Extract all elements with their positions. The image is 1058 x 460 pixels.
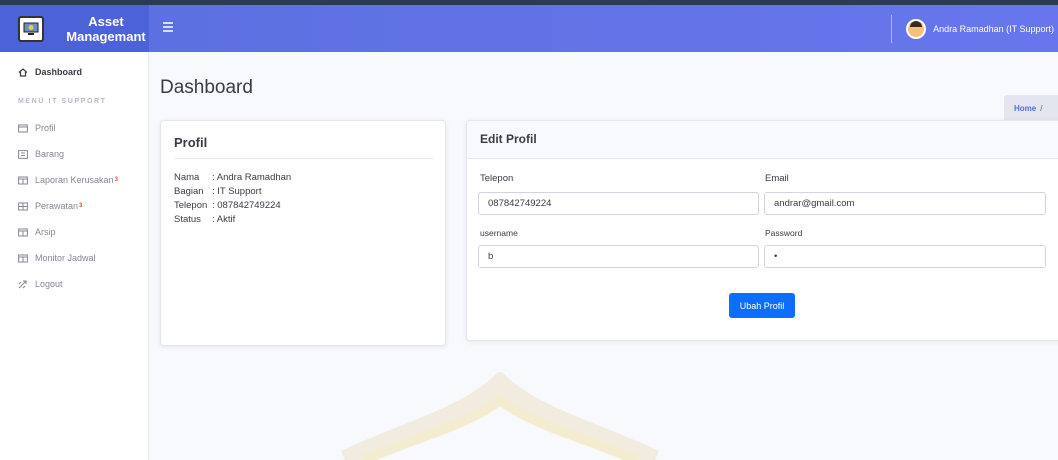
sidebar-item-label: Logout <box>35 279 63 289</box>
user-menu[interactable]: Andra Ramadhan (IT Support) <box>891 5 1058 52</box>
sidebar-item-monitor-jadwal[interactable]: Monitor Jadwal <box>18 253 96 263</box>
telepon-label: Telepon <box>480 173 514 184</box>
background-watermark <box>340 372 660 460</box>
sidebar-item-logout[interactable]: Logout <box>18 279 63 289</box>
brand-logo-icon <box>18 15 44 42</box>
table-icon <box>18 176 28 184</box>
profil-row-telepon: Telepon : 087842749224 <box>174 200 281 211</box>
brand-name: Asset Managemant <box>66 14 146 44</box>
box-icon <box>18 149 28 159</box>
profil-key: Nama <box>174 172 200 183</box>
sidebar: Dashboard MENU IT SUPPORT Profil Barang … <box>0 52 149 460</box>
telepon-field[interactable] <box>478 192 759 215</box>
user-name[interactable]: Andra Ramadhan (IT Support) <box>933 24 1054 34</box>
profil-key: Telepon <box>174 200 208 211</box>
profil-key: Status <box>174 214 201 225</box>
profil-value: : Andra Ramadhan <box>212 172 292 183</box>
edit-profil-title: Edit Profil <box>480 132 537 146</box>
breadcrumb-separator: / <box>1040 104 1043 113</box>
sidebar-item-arsip[interactable]: Arsip <box>18 227 56 237</box>
profil-card-title: Profil <box>174 135 208 150</box>
brand-line-1: Asset <box>88 13 124 29</box>
sidebar-item-profil[interactable]: Profil <box>18 123 56 133</box>
sidebar-item-label: Monitor Jadwal <box>35 253 96 263</box>
home-icon <box>18 67 28 77</box>
edit-profil-header: Edit Profil <box>467 121 1058 159</box>
sidebar-item-perawatan[interactable]: Perawatan 3 <box>18 201 82 211</box>
divider <box>174 158 434 159</box>
sidebar-item-label: Perawatan <box>35 201 79 211</box>
username-label: username <box>480 228 518 238</box>
ubah-profil-button[interactable]: Ubah Profil <box>729 293 795 318</box>
profil-row-status: Status : Aktif <box>174 214 235 225</box>
username-field[interactable] <box>478 245 759 268</box>
profil-value: : Aktif <box>212 214 236 225</box>
brand-line-2: Managemant <box>66 28 146 44</box>
logout-icon <box>18 279 27 288</box>
sidebar-item-label: Barang <box>35 149 65 159</box>
notification-badge: 3 <box>114 177 118 183</box>
notification-badge: 3 <box>79 203 83 209</box>
grid-icon <box>18 202 28 210</box>
profil-card: Profil Nama : Andra Ramadhan Bagian : IT… <box>160 120 446 346</box>
breadcrumb: Home / <box>1004 95 1058 122</box>
profil-value: : 087842749224 <box>212 200 281 211</box>
brand[interactable]: Asset Managemant <box>0 5 149 52</box>
profil-row-bagian: Bagian : IT Support <box>174 186 261 197</box>
avatar[interactable] <box>906 18 927 39</box>
profil-key: Bagian <box>174 186 204 197</box>
table-icon <box>18 228 28 236</box>
password-label: Password <box>765 228 803 238</box>
id-card-icon <box>18 124 28 132</box>
sidebar-heading: MENU IT SUPPORT <box>18 98 107 105</box>
password-field[interactable] <box>764 245 1046 268</box>
sidebar-item-barang[interactable]: Barang <box>18 149 64 159</box>
sidebar-item-dashboard[interactable]: Dashboard <box>18 67 82 77</box>
sidebar-item-laporan-kerusakan[interactable]: Laporan Kerusakan 3 <box>18 175 118 185</box>
sidebar-toggle-icon[interactable] <box>163 22 173 32</box>
sidebar-item-label: Arsip <box>35 227 56 237</box>
email-label: Email <box>765 173 789 184</box>
page-title: Dashboard <box>160 77 253 98</box>
topbar-divider <box>891 14 893 43</box>
profil-row-nama: Nama : Andra Ramadhan <box>174 172 291 183</box>
sidebar-item-label: Laporan Kerusakan <box>35 175 114 185</box>
breadcrumb-home-link[interactable]: Home <box>1014 104 1036 113</box>
sidebar-item-label: Profil <box>35 123 56 133</box>
profil-value: : IT Support <box>212 186 262 197</box>
table-icon <box>18 254 28 262</box>
email-field[interactable] <box>764 192 1046 215</box>
sidebar-item-label: Dashboard <box>35 67 83 77</box>
